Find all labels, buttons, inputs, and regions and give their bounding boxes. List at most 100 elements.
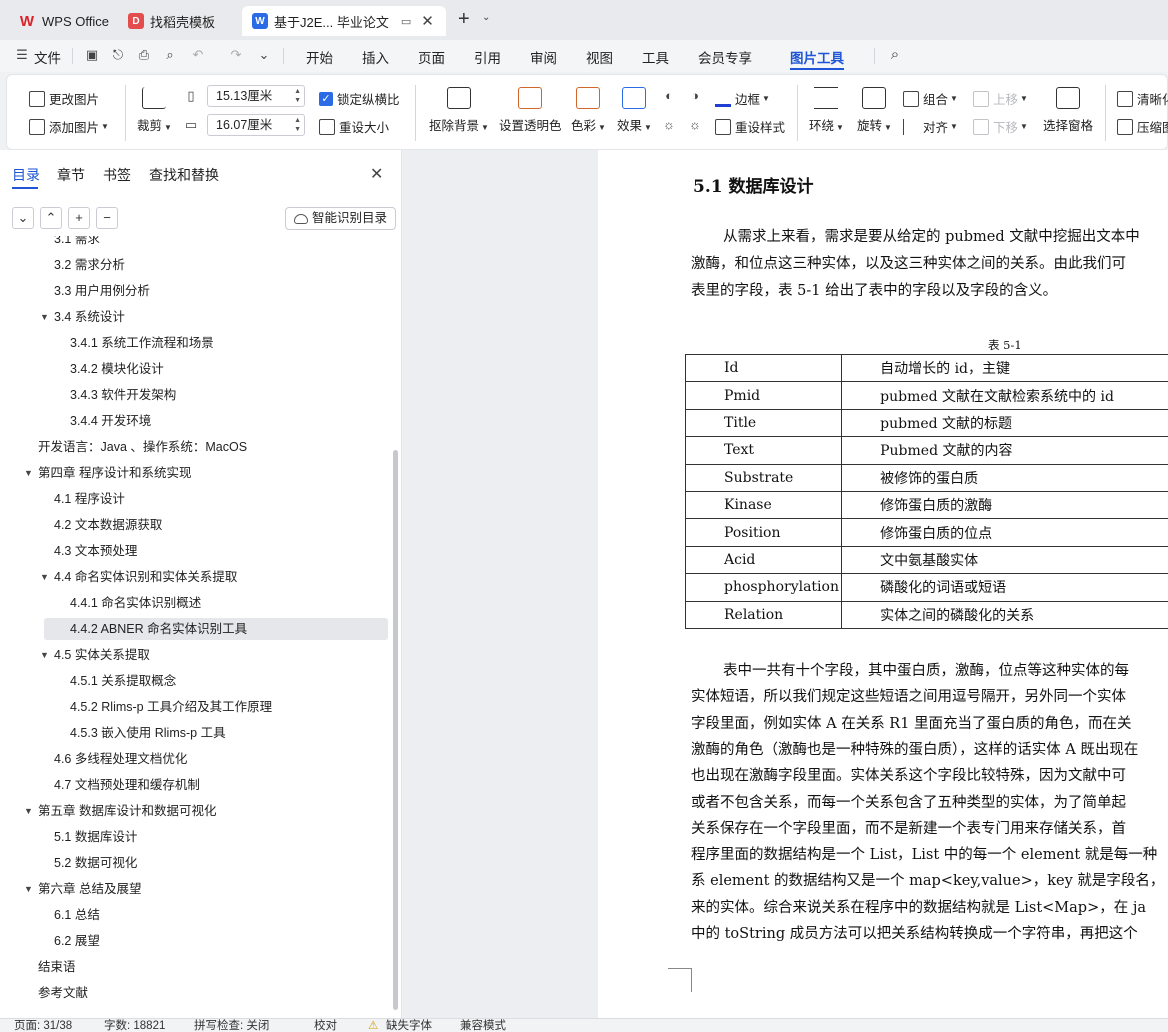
menu-references[interactable]: 引用	[474, 47, 501, 67]
menu-insert[interactable]: 插入	[362, 47, 389, 67]
close-icon[interactable]: ✕	[370, 164, 383, 184]
toc-item[interactable]: 4.5.2 Rlims-p 工具介绍及其工作原理	[70, 696, 272, 718]
set-transparent-color-button[interactable]: 设置透明色	[499, 87, 562, 134]
redo-icon[interactable]: ↷	[228, 47, 244, 63]
tab-template[interactable]: D 找稻壳模板	[118, 6, 225, 36]
page-count[interactable]: 页面: 31/38	[14, 1020, 72, 1032]
expand-arrow-icon[interactable]: ▼	[24, 878, 33, 900]
collapse-button[interactable]: ⌄	[12, 207, 34, 229]
toc-item[interactable]: 3.4.1 系统工作流程和场景	[70, 332, 214, 354]
search-icon[interactable]: ⌕	[887, 47, 903, 63]
new-tab-button[interactable]: +	[458, 8, 470, 31]
close-icon[interactable]: ✕	[421, 12, 434, 30]
tab-find-replace[interactable]: 查找和替换	[149, 165, 219, 185]
toc-item[interactable]: ▼ 4.5 实体关系提取	[40, 644, 150, 666]
lock-ratio-checkbox[interactable]: ✓ 锁定纵横比	[319, 89, 400, 108]
height-input[interactable]: 16.07厘米 ▲ ▼	[207, 114, 305, 136]
chevron-down-icon[interactable]: ⌄	[256, 47, 272, 63]
hamburger-icon[interactable]: ☰	[14, 47, 30, 63]
share-icon[interactable]: ⎋	[110, 47, 126, 63]
menu-picture-tools[interactable]: 图片工具	[790, 47, 844, 67]
crop-button[interactable]: 裁剪 ▼	[137, 87, 172, 134]
toc-item[interactable]: 4.4.2 ABNER 命名实体识别工具	[44, 618, 388, 640]
toc-item[interactable]: 4.7 文档预处理和缓存机制	[54, 774, 200, 796]
tab-sections[interactable]: 章节	[57, 165, 85, 185]
bring-forward-button[interactable]: 上移 ▼	[973, 89, 1028, 108]
expand-up-button[interactable]: ⌃	[40, 207, 62, 229]
toc-item[interactable]: 3.3 用户用例分析	[54, 280, 150, 302]
toc-item[interactable]: 4.5.1 关系提取概念	[70, 670, 176, 692]
expand-arrow-icon[interactable]: ▼	[40, 306, 49, 328]
border-button[interactable]: 边框 ▼	[715, 89, 770, 108]
toc-item[interactable]: ▼ 4.4 命名实体识别和实体关系提取	[40, 566, 237, 588]
decrease-contrast-icon[interactable]: ☼	[687, 117, 703, 133]
send-backward-button[interactable]: 下移 ▼	[973, 117, 1028, 136]
toc-item[interactable]: ▼ 3.4 系统设计	[40, 306, 125, 328]
increase-contrast-icon[interactable]: ☼	[661, 117, 677, 133]
increase-brightness-icon[interactable]: ◐	[661, 88, 677, 104]
menu-view[interactable]: 视图	[586, 47, 613, 67]
toc-item[interactable]: 参考文献	[38, 982, 88, 1004]
save-icon[interactable]: ▣	[84, 47, 100, 63]
remove-background-button[interactable]: 抠除背景 ▼	[429, 87, 489, 134]
print-icon[interactable]: ⎙	[136, 47, 152, 63]
scrollbar[interactable]	[393, 450, 398, 1010]
decrease-brightness-icon[interactable]: ◑	[687, 88, 703, 104]
menu-tools[interactable]: 工具	[642, 47, 669, 67]
change-image-button[interactable]: 更改图片	[29, 89, 99, 108]
color-button[interactable]: 色彩 ▼	[571, 87, 606, 134]
toc-item[interactable]: 4.1 程序设计	[54, 488, 125, 510]
chevron-down-icon[interactable]: ⌄	[482, 12, 490, 23]
spinner-icon[interactable]: ▲ ▼	[294, 116, 301, 134]
undo-icon[interactable]: ↶	[190, 47, 206, 63]
toc-item[interactable]: 4.3 文本预处理	[54, 540, 137, 562]
tab-wps-office[interactable]: W WPS Office	[8, 6, 119, 36]
compress-button[interactable]: 压缩图	[1117, 117, 1168, 136]
expand-arrow-icon[interactable]: ▼	[24, 800, 33, 822]
proofread-button[interactable]: 校对	[314, 1020, 337, 1032]
toc-item[interactable]: 开发语言：Java 、操作系统：MacOS	[38, 436, 247, 458]
toc-item[interactable]: 5.1 数据库设计	[54, 826, 137, 848]
expand-arrow-icon[interactable]: ▼	[40, 644, 49, 666]
tab-bookmarks[interactable]: 书签	[103, 165, 131, 185]
menu-page[interactable]: 页面	[418, 47, 445, 67]
toc-item[interactable]: 3.2 需求分析	[54, 254, 125, 276]
toc-item[interactable]: 4.6 多线程处理文档优化	[54, 748, 187, 770]
toc-item[interactable]: 3.4.3 软件开发架构	[70, 384, 176, 406]
toc-item[interactable]: 4.2 文本数据源获取	[54, 514, 162, 536]
align-button[interactable]: 对齐 ▼	[903, 117, 958, 136]
menu-start[interactable]: 开始	[306, 47, 333, 67]
expand-arrow-icon[interactable]: ▼	[24, 462, 33, 484]
add-level-button[interactable]: +	[68, 207, 90, 229]
effects-button[interactable]: 效果 ▼	[617, 87, 652, 134]
window-restore-icon[interactable]: ▭	[401, 15, 411, 28]
tab-document[interactable]: W 基于J2E... 毕业论文 ▭ ✕	[242, 6, 446, 36]
print-preview-icon[interactable]: ⌕	[162, 47, 178, 63]
menu-file[interactable]: 文件	[34, 47, 61, 67]
toc-item[interactable]: 3.4.4 开发环境	[70, 410, 151, 432]
selection-pane-button[interactable]: 选择窗格	[1043, 87, 1093, 134]
toc-item[interactable]: ▼ 第五章 数据库设计和数据可视化	[24, 800, 216, 822]
wrap-text-button[interactable]: 环绕 ▼	[809, 87, 844, 134]
spellcheck-toggle[interactable]: 拼写检查: 关闭	[194, 1020, 269, 1032]
toc-item[interactable]: 6.1 总结	[54, 904, 100, 926]
toc-item[interactable]: 结束语	[38, 956, 76, 978]
add-image-button[interactable]: 添加图片 ▼	[29, 117, 109, 136]
toc-item[interactable]: 6.2 展望	[54, 930, 100, 952]
word-count[interactable]: 字数: 18821	[104, 1020, 165, 1032]
rotate-button[interactable]: 旋转 ▼	[857, 87, 892, 134]
toc-item[interactable]: 4.5.3 嵌入使用 Rlims-p 工具	[70, 722, 226, 744]
toc-item[interactable]: 4.4.1 命名实体识别概述	[70, 592, 201, 614]
toc-item[interactable]: ▼ 第四章 程序设计和系统实现	[24, 462, 191, 484]
spinner-icon[interactable]: ▲ ▼	[294, 87, 301, 105]
remove-level-button[interactable]: −	[96, 207, 118, 229]
toc-item[interactable]: ▼ 第六章 总结及展望	[24, 878, 141, 900]
menu-member[interactable]: 会员专享	[698, 47, 752, 67]
toc-item[interactable]: 5.2 数据可视化	[54, 852, 137, 874]
tab-toc[interactable]: 目录	[12, 165, 40, 185]
menu-review[interactable]: 审阅	[530, 47, 557, 67]
resize-button[interactable]: 重设大小	[319, 117, 389, 136]
reset-style-button[interactable]: 重设样式	[715, 117, 785, 136]
sharpen-button[interactable]: 清晰化	[1117, 89, 1168, 108]
toc-item[interactable]: 3.1 需求	[54, 236, 100, 250]
